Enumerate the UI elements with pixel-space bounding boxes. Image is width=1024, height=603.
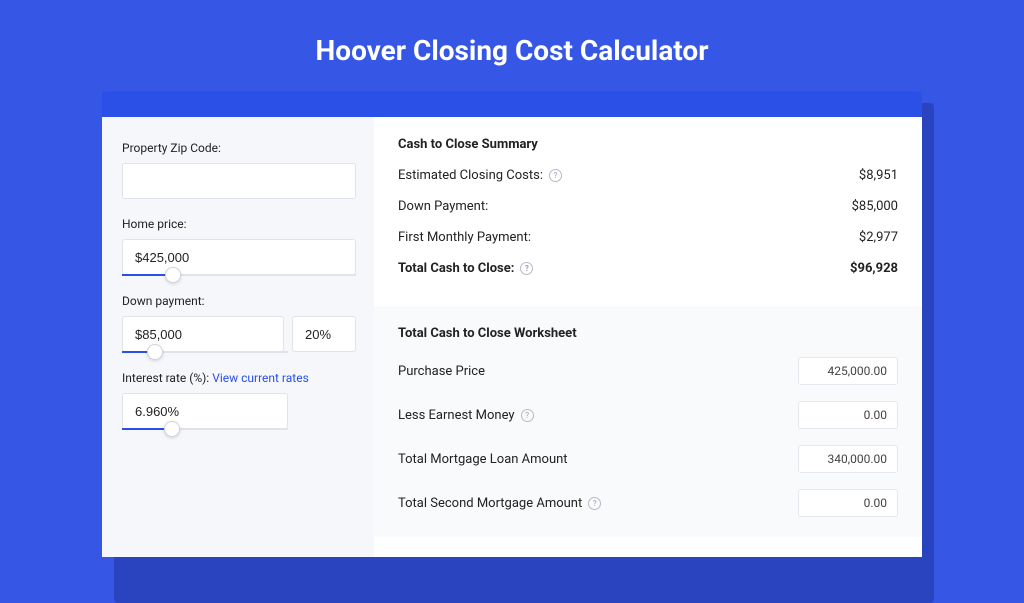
summary-label: Total Cash to Close: ?: [398, 261, 533, 276]
summary-label-text: Estimated Closing Costs:: [398, 168, 543, 183]
down-payment-field-group: Down payment:: [122, 294, 356, 353]
summary-value: $96,928: [850, 261, 898, 276]
summary-value: $8,951: [859, 168, 898, 183]
section-divider: [398, 292, 898, 306]
worksheet-row: Purchase Price 425,000.00: [398, 357, 898, 385]
ws-label: Total Mortgage Loan Amount: [398, 452, 568, 467]
summary-label-text: Total Cash to Close:: [398, 261, 514, 276]
view-rates-link[interactable]: View current rates: [212, 371, 309, 385]
info-icon[interactable]: ?: [549, 169, 562, 182]
slider-thumb[interactable]: [164, 421, 180, 437]
down-payment-percent-input[interactable]: [292, 316, 356, 352]
down-payment-amount-input[interactable]: [122, 316, 284, 352]
ws-label-text: Purchase Price: [398, 364, 485, 379]
ws-label-text: Total Second Mortgage Amount: [398, 496, 582, 511]
ws-label-text: Less Earnest Money: [398, 408, 515, 423]
results-panel: Cash to Close Summary Estimated Closing …: [374, 117, 922, 557]
ws-value[interactable]: 0.00: [798, 489, 898, 517]
ws-label: Total Second Mortgage Amount ?: [398, 496, 601, 511]
interest-rate-label-text: Interest rate (%):: [122, 371, 212, 385]
page-title: Hoover Closing Cost Calculator: [0, 0, 1024, 91]
zip-label: Property Zip Code:: [122, 141, 356, 155]
home-price-slider[interactable]: [122, 274, 356, 276]
worksheet-row: Total Second Mortgage Amount ? 0.00: [398, 489, 898, 517]
ws-value[interactable]: 0.00: [798, 401, 898, 429]
summary-label: Down Payment:: [398, 199, 488, 214]
summary-value: $2,977: [859, 230, 898, 245]
card-top-bar: [102, 91, 922, 117]
summary-label: First Monthly Payment:: [398, 230, 531, 245]
home-price-input[interactable]: [122, 239, 356, 275]
card-body: Property Zip Code: Home price: Down paym…: [102, 117, 922, 557]
summary-row-total: Total Cash to Close: ? $96,928: [398, 261, 898, 276]
ws-value[interactable]: 340,000.00: [798, 445, 898, 473]
down-payment-label: Down payment:: [122, 294, 356, 308]
inputs-panel: Property Zip Code: Home price: Down paym…: [102, 117, 374, 557]
down-payment-slider[interactable]: [122, 351, 288, 353]
home-price-label: Home price:: [122, 217, 356, 231]
summary-value: $85,000: [852, 199, 898, 214]
worksheet-row: Less Earnest Money ? 0.00: [398, 401, 898, 429]
interest-rate-field-group: Interest rate (%): View current rates: [122, 371, 356, 430]
interest-rate-label: Interest rate (%): View current rates: [122, 371, 356, 385]
summary-row: Down Payment: $85,000: [398, 199, 898, 214]
summary-title: Cash to Close Summary: [398, 137, 898, 152]
worksheet-section: Total Cash to Close Worksheet Purchase P…: [374, 306, 922, 537]
ws-value[interactable]: 425,000.00: [798, 357, 898, 385]
ws-label: Purchase Price: [398, 364, 485, 379]
summary-row: Estimated Closing Costs: ? $8,951: [398, 168, 898, 183]
slider-thumb[interactable]: [165, 267, 181, 283]
info-icon[interactable]: ?: [521, 409, 534, 422]
summary-label: Estimated Closing Costs: ?: [398, 168, 562, 183]
ws-label: Less Earnest Money ?: [398, 408, 534, 423]
info-icon[interactable]: ?: [588, 497, 601, 510]
info-icon[interactable]: ?: [520, 262, 533, 275]
interest-rate-input[interactable]: [122, 393, 288, 429]
home-price-field-group: Home price:: [122, 217, 356, 276]
worksheet-title: Total Cash to Close Worksheet: [398, 326, 898, 341]
slider-thumb[interactable]: [147, 344, 163, 360]
worksheet-row: Total Mortgage Loan Amount 340,000.00: [398, 445, 898, 473]
summary-row: First Monthly Payment: $2,977: [398, 230, 898, 245]
ws-label-text: Total Mortgage Loan Amount: [398, 452, 568, 467]
interest-rate-slider[interactable]: [122, 428, 288, 430]
zip-input[interactable]: [122, 163, 356, 199]
summary-label-text: Down Payment:: [398, 199, 488, 214]
zip-field-group: Property Zip Code:: [122, 141, 356, 199]
summary-label-text: First Monthly Payment:: [398, 230, 531, 245]
